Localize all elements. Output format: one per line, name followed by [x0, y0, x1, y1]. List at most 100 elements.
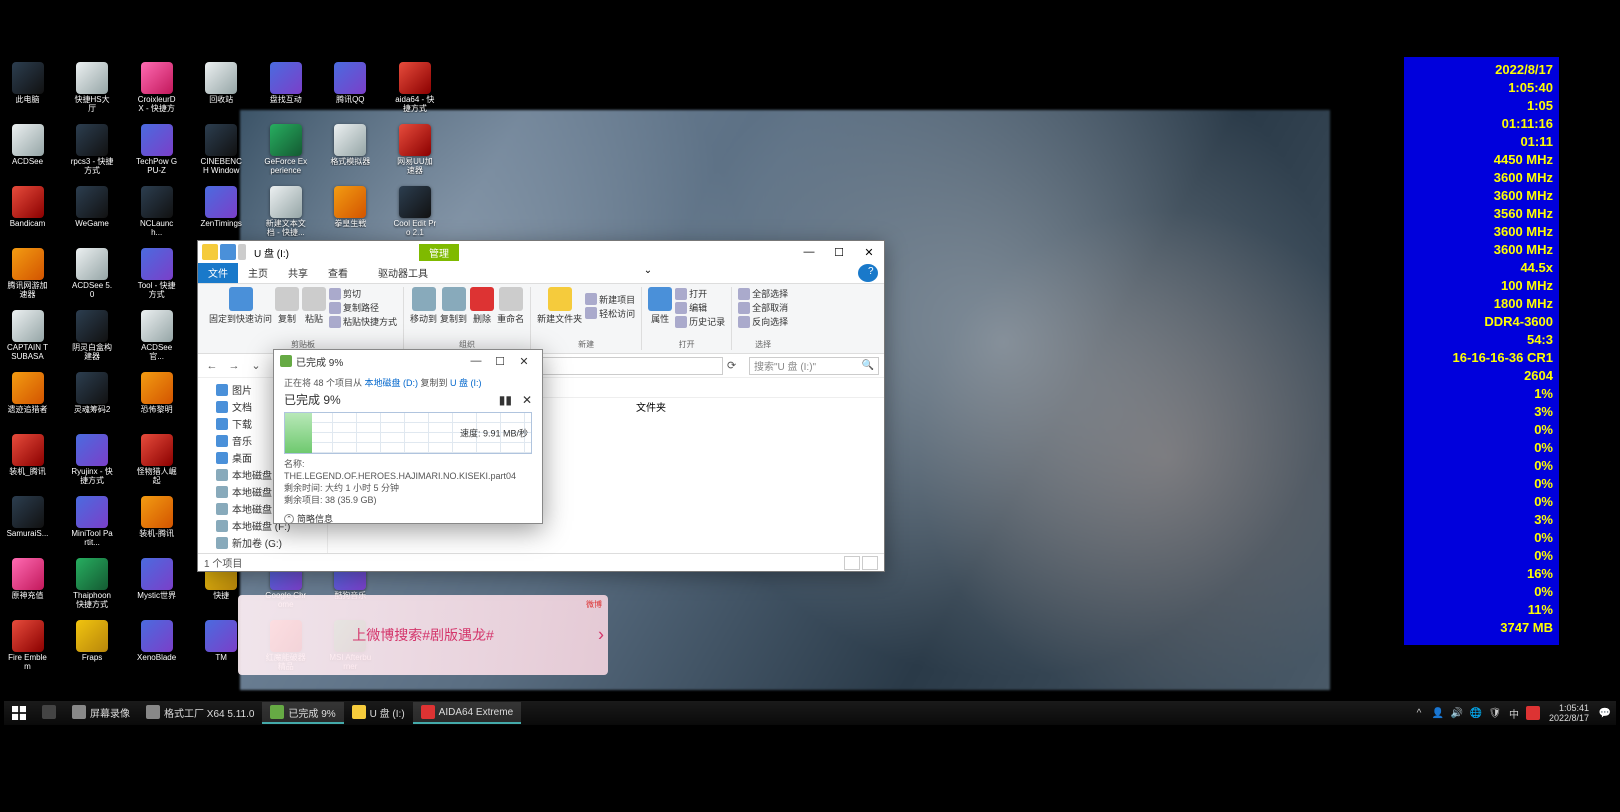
copyto-button[interactable]: 复制到: [440, 287, 467, 325]
desktop-item[interactable]: CroixleurDX - 快捷方式: [135, 62, 178, 120]
desktop-item[interactable]: ZenTimings: [200, 186, 243, 244]
tray-notifications-icon[interactable]: 💬: [1598, 706, 1612, 720]
rename-button[interactable]: 重命名: [497, 287, 524, 325]
copy-titlebar[interactable]: 已完成 9% — ☐ ✕: [274, 350, 542, 372]
desktop-item[interactable]: 装机-腾讯: [135, 496, 178, 554]
pause-button[interactable]: ▮▮: [499, 393, 512, 407]
desktop-item[interactable]: 装机_腾讯: [6, 434, 49, 492]
desktop-item[interactable]: Bandicam: [6, 186, 49, 244]
desktop-item[interactable]: Thaiphoon 快捷方式: [71, 558, 114, 616]
desktop-item[interactable]: 回收站: [200, 62, 243, 120]
explorer-titlebar[interactable]: U 盘 (I:) 管理 — ☐ ✕: [198, 241, 884, 263]
desktop-item[interactable]: CINEBENCH Windows...: [200, 124, 243, 182]
desktop-item[interactable]: 怪物猎人崛起: [135, 434, 178, 492]
desktop-item[interactable]: Tool - 快捷方式: [135, 248, 178, 306]
start-button[interactable]: [4, 706, 34, 720]
desktop-item[interactable]: TechPow GPU-Z: [135, 124, 178, 182]
desktop-item[interactable]: Cool Edit Pro 2.1: [393, 186, 436, 244]
desktop-item[interactable]: Mystic世界: [135, 558, 178, 616]
manage-tab[interactable]: 管理: [419, 244, 459, 261]
desktop-item[interactable]: 原神充值: [6, 558, 49, 616]
desktop-item[interactable]: 灵魂筹码2: [71, 372, 114, 430]
refresh-icon[interactable]: ⟳: [727, 359, 745, 372]
properties-button[interactable]: 属性: [648, 287, 672, 328]
desktop-item[interactable]: 恐怖黎明: [135, 372, 178, 430]
desktop-item[interactable]: WeGame: [71, 186, 114, 244]
selectnone-button[interactable]: 全部取消: [738, 301, 788, 314]
newfolder-button[interactable]: 新建文件夹: [537, 287, 582, 325]
desktop-item[interactable]: 腾讯网游加速器: [6, 248, 49, 306]
desktop-item[interactable]: 盘找互动: [264, 62, 307, 120]
invert-button[interactable]: 反向选择: [738, 315, 788, 328]
tab-view[interactable]: 查看: [318, 263, 358, 283]
fewer-details-toggle[interactable]: ⌃简略信息: [284, 512, 532, 525]
history-button[interactable]: 历史记录: [675, 315, 725, 328]
desktop-item[interactable]: XenoBlade: [135, 620, 178, 678]
minimize-button[interactable]: —: [794, 241, 824, 263]
tab-file[interactable]: 文件: [198, 263, 238, 283]
nav-forward-icon[interactable]: →: [225, 357, 243, 375]
desktop-item[interactable]: Ryujinx - 快捷方式: [71, 434, 114, 492]
desktop-item[interactable]: 阴灵白盒构建器: [71, 310, 114, 368]
copy-maximize-button[interactable]: ☐: [488, 355, 512, 368]
tray-ime-icon[interactable]: 中: [1507, 706, 1521, 720]
desktop-item[interactable]: MiniTool Partit...: [71, 496, 114, 554]
edit-button[interactable]: 编辑: [675, 301, 725, 314]
copy-button[interactable]: 复制: [275, 287, 299, 328]
moveto-button[interactable]: 移动到: [410, 287, 437, 325]
sidebar-item[interactable]: 新加卷 (G:): [198, 534, 327, 551]
copy-dst-link[interactable]: U 盘 (I:): [450, 378, 482, 388]
tray-overflow-icon[interactable]: ^: [1412, 706, 1426, 720]
copypath-button[interactable]: 复制路径: [329, 301, 397, 314]
desktop-item[interactable]: 快捷HS大厅: [71, 62, 114, 120]
desktop-item[interactable]: aida64 - 快捷方式: [393, 62, 436, 120]
banner-arrow-icon[interactable]: ›: [598, 625, 604, 646]
cancel-button[interactable]: ✕: [522, 393, 532, 407]
desktop-item[interactable]: 此电脑: [6, 62, 49, 120]
weibo-banner[interactable]: 上微博搜索#剧版遇龙# 微博 ›: [238, 595, 608, 675]
paste-button[interactable]: 粘贴: [302, 287, 326, 328]
search-input[interactable]: 搜索"U 盘 (I:)" 🔍: [749, 357, 879, 375]
desktop-item[interactable]: 遗迹追猎者: [6, 372, 49, 430]
desktop-item[interactable]: 网易UU加速器: [393, 124, 436, 182]
desktop-item[interactable]: ACDSee 5.0: [71, 248, 114, 306]
view-large-icon[interactable]: [862, 556, 878, 570]
easyaccess-button[interactable]: 轻松访问: [585, 307, 635, 320]
desktop-item[interactable]: NCLaunch...: [135, 186, 178, 244]
taskview-button[interactable]: [34, 702, 64, 724]
pasteshortcut-button[interactable]: 粘贴快捷方式: [329, 315, 397, 328]
desktop-item[interactable]: CAPTAIN TSUBASA: [6, 310, 49, 368]
tab-drivetools[interactable]: 驱动器工具: [368, 263, 438, 283]
newitem-button[interactable]: 新建项目: [585, 293, 635, 306]
tray-shield-icon[interactable]: 🛡: [1488, 706, 1502, 720]
tray-people-icon[interactable]: 👤: [1431, 706, 1445, 720]
selectall-button[interactable]: 全部选择: [738, 287, 788, 300]
desktop-item[interactable]: Fire Emblem: [6, 620, 49, 678]
delete-button[interactable]: 删除: [470, 287, 494, 325]
desktop-item[interactable]: GeForce Experience: [264, 124, 307, 182]
maximize-button[interactable]: ☐: [824, 241, 854, 263]
desktop-item[interactable]: SamuraiS...: [6, 496, 49, 554]
taskbar-item[interactable]: 屏幕录像: [64, 702, 138, 724]
tab-share[interactable]: 共享: [278, 263, 318, 283]
nav-back-icon[interactable]: ←: [203, 357, 221, 375]
desktop-item[interactable]: 新建文本文档 - 快捷...: [264, 186, 307, 244]
open-button[interactable]: 打开: [675, 287, 725, 300]
desktop-item[interactable]: 腾讯QQ: [329, 62, 372, 120]
tab-home[interactable]: 主页: [238, 263, 278, 283]
copy-close-button[interactable]: ✕: [512, 355, 536, 368]
desktop-item[interactable]: ACDSee 官...: [135, 310, 178, 368]
qat-dropdown-icon[interactable]: [238, 244, 246, 260]
close-button[interactable]: ✕: [854, 241, 884, 263]
desktop-item[interactable]: 格式模拟器: [329, 124, 372, 182]
help-icon[interactable]: ?: [858, 264, 878, 282]
taskbar-item[interactable]: AIDA64 Extreme: [413, 702, 521, 724]
tray-network-icon[interactable]: 🌐: [1469, 706, 1483, 720]
ribbon-collapse-icon[interactable]: ⌄: [638, 263, 658, 283]
qat-icon[interactable]: [220, 244, 236, 260]
tray-clock[interactable]: 1:05:41 2022/8/17: [1545, 703, 1593, 723]
desktop-item[interactable]: ACDSee: [6, 124, 49, 182]
desktop-item[interactable]: rpcs3 - 快捷方式: [71, 124, 114, 182]
desktop-item[interactable]: TM: [200, 620, 243, 678]
pin-button[interactable]: 固定到快速访问: [209, 287, 272, 328]
